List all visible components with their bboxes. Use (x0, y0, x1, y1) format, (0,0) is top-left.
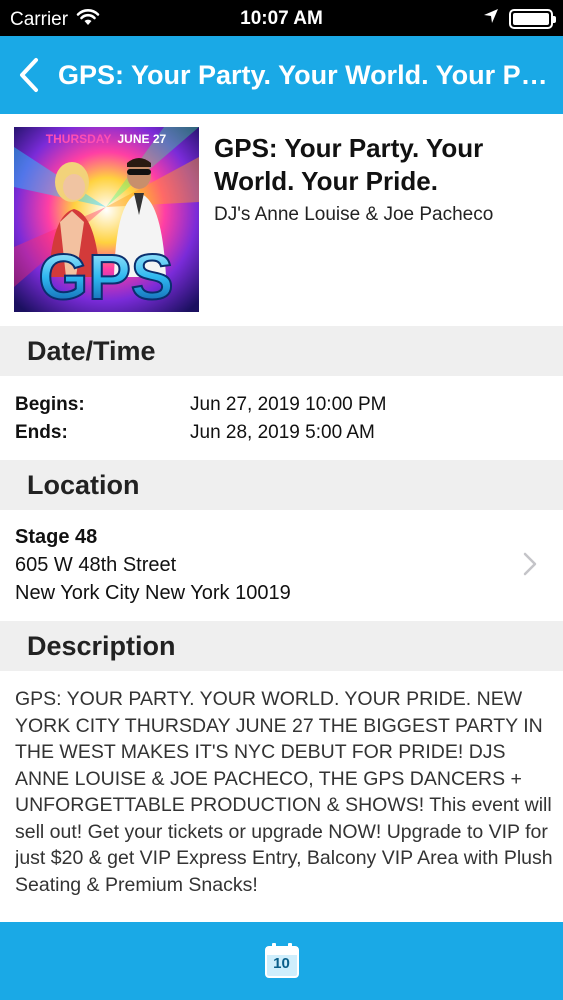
begins-label: Begins: (15, 394, 85, 415)
battery-icon (509, 9, 556, 29)
flyer-caption-day: THURSDAY (46, 132, 112, 146)
back-button[interactable] (0, 36, 58, 114)
event-title: GPS: Your Party. Your World. Your Pride. (214, 133, 484, 196)
event-header: THURSDAY JUNE 27 GPS GPS: Your Party. Yo… (0, 114, 563, 326)
back-chevron-icon (20, 58, 38, 92)
tab-bar: 10 (0, 922, 563, 1000)
event-subtitle: DJ's Anne Louise & Joe Pacheco (214, 204, 494, 225)
calendar-day-number: 10 (273, 955, 290, 972)
flyer-caption-date: JUNE 27 (118, 132, 167, 146)
begins-value: Jun 27, 2019 10:00 PM (190, 394, 387, 415)
begins-row: Begins: Jun 27, 2019 10:00 PM (15, 394, 386, 416)
ends-value: Jun 28, 2019 5:00 AM (190, 422, 375, 443)
description-text: GPS: YOUR PARTY. YOUR WORLD. YOUR PRIDE.… (15, 688, 553, 896)
description-section-header: Description (0, 621, 563, 671)
status-bar: Carrier 10:07 AM (0, 0, 563, 36)
svg-text:THURSDAY JUNE 27: THURSDAY JUNE 27 (46, 132, 167, 146)
location-arrow-icon (483, 8, 499, 30)
flyer-logo-text: GPS (38, 241, 173, 312)
event-flyer-image: THURSDAY JUNE 27 GPS (14, 127, 199, 312)
venue-city: New York City New York 10019 (15, 582, 291, 604)
date-time-section-header: Date/Time (0, 326, 563, 376)
calendar-icon[interactable]: 10 (263, 942, 301, 980)
location-row[interactable]: Stage 48 605 W 48th Street New York City… (0, 508, 563, 620)
location-section-header: Location (0, 460, 563, 510)
venue-street: 605 W 48th Street (15, 554, 177, 576)
ends-row: Ends: Jun 28, 2019 5:00 AM (15, 422, 375, 444)
ends-label: Ends: (15, 422, 68, 443)
navigation-bar: GPS: Your Party. Your World. Your Pride. (0, 36, 563, 114)
venue-name: Stage 48 (15, 526, 98, 548)
nav-title: GPS: Your Party. Your World. Your Pride. (58, 59, 548, 90)
chevron-right-icon (523, 552, 537, 576)
status-time: 10:07 AM (240, 8, 323, 29)
